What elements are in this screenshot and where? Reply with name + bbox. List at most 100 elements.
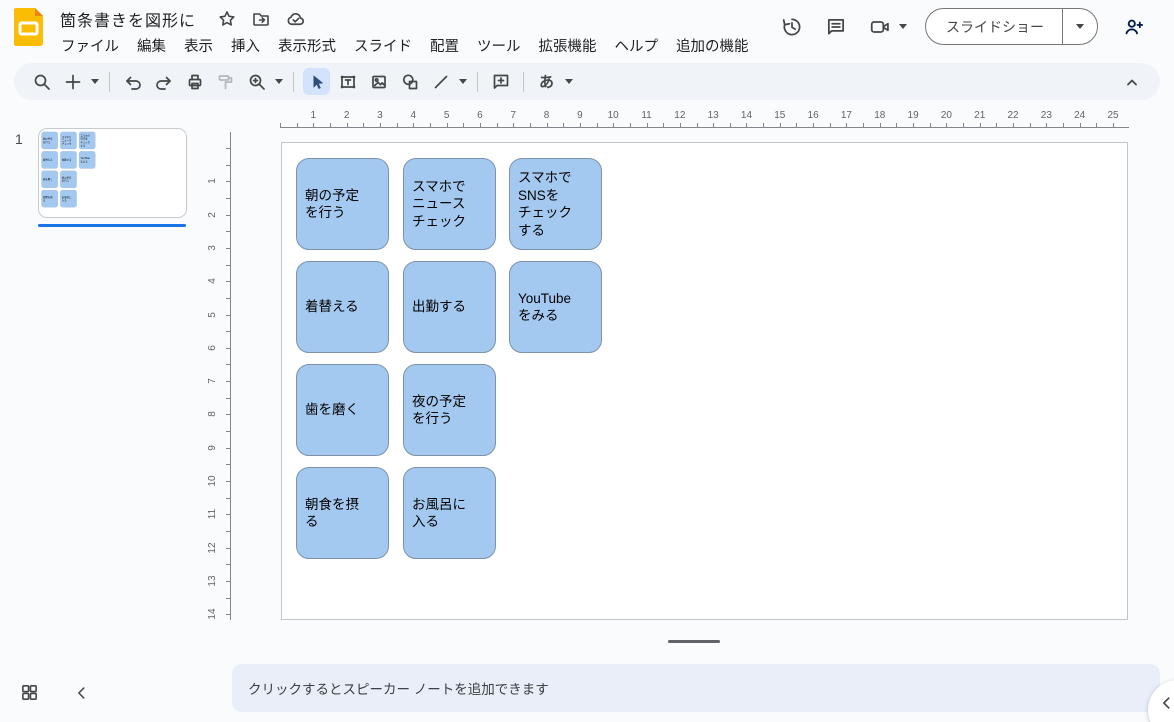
shape-box-5[interactable]: YouTube をみる: [509, 261, 602, 353]
video-call-caret-icon[interactable]: [899, 24, 907, 29]
ruler-tick: [763, 123, 765, 127]
version-history-icon[interactable]: [779, 14, 805, 40]
ruler-tick: [479, 123, 481, 127]
shape-box-7[interactable]: 夜の予定 を行う: [403, 364, 496, 456]
grid-view-icon[interactable]: [20, 683, 39, 707]
menu-item-10[interactable]: 追加の機能: [667, 33, 758, 58]
paint-format-icon[interactable]: [212, 68, 239, 95]
select-tool-icon[interactable]: [303, 68, 330, 95]
shape-box-0[interactable]: 朝の予定 を行う: [296, 158, 389, 250]
text-box-icon[interactable]: [334, 68, 361, 95]
shape-box-2[interactable]: スマホで SNSを チェック する: [509, 158, 602, 250]
ruler-number: 7: [510, 110, 517, 121]
ruler-tick: [296, 123, 298, 127]
menu-item-3[interactable]: 挿入: [222, 33, 269, 58]
slides-logo-fold: [35, 8, 43, 16]
ruler-number: 17: [840, 110, 852, 121]
menu-item-6[interactable]: 配置: [421, 33, 468, 58]
zoom-caret-icon[interactable]: [272, 68, 286, 95]
video-call-icon[interactable]: [867, 14, 893, 40]
slideshow-options-button[interactable]: [1062, 9, 1097, 44]
input-tools-caret-icon[interactable]: [562, 68, 576, 95]
ruler-number: 1: [207, 178, 218, 185]
new-slide-icon[interactable]: [59, 68, 86, 95]
menu-item-5[interactable]: スライド: [345, 33, 421, 58]
shape-box-4: 出勤する: [60, 151, 77, 169]
move-folder-icon[interactable]: [250, 8, 272, 30]
ruler-number: 11: [207, 509, 218, 520]
shape-box-1: スマホで ニュース チェック: [60, 131, 77, 150]
shape-box-3[interactable]: 着替える: [296, 261, 389, 353]
shape-box-6: 歯を磨く: [41, 170, 58, 188]
cloud-saved-icon[interactable]: [284, 8, 306, 30]
undo-icon[interactable]: [119, 68, 146, 95]
ruler-tick: [226, 580, 230, 582]
bottom-left-controls: [20, 683, 91, 707]
notes-resize-handle[interactable]: [668, 640, 720, 643]
menu-bar: ファイル 編集 表示 挿入 表示形式 スライド 配置 ツール 拡張機能 ヘルプ 追加の機能: [52, 33, 758, 58]
share-button[interactable]: [1116, 9, 1152, 45]
shape-box-6[interactable]: 歯を磨く: [296, 364, 389, 456]
ruler-tick: [226, 297, 230, 299]
insert-line-caret-icon[interactable]: [456, 68, 470, 95]
menu-item-2[interactable]: 表示: [175, 33, 222, 58]
app-logo[interactable]: [14, 8, 43, 46]
insert-image-icon[interactable]: [365, 68, 392, 95]
ruler-tick: [429, 123, 431, 127]
hide-menus-button[interactable]: [1122, 63, 1142, 100]
shape-box-8[interactable]: 朝食を摂 る: [296, 467, 389, 559]
ruler-number: 3: [207, 245, 218, 251]
menu-item-1[interactable]: 編集: [128, 33, 175, 58]
ruler-number: 14: [740, 110, 753, 121]
ruler-number: 18: [874, 110, 886, 121]
slide-number: 1: [15, 131, 23, 147]
menu-item-0[interactable]: ファイル: [52, 33, 128, 58]
ruler-tick: [226, 314, 230, 316]
horizontal-ruler: 1 2 3 4 5 6 7 8 9 10 11 12 13 14 15 16 17 18 19 20 21 22 23 24 2…: [280, 108, 1129, 128]
shape-box-4[interactable]: 出勤する: [403, 261, 496, 353]
ruler-number: 2: [343, 110, 350, 121]
ruler-tick: [363, 123, 365, 127]
slideshow-button[interactable]: スライドショー: [925, 8, 1098, 45]
ruler-number: 13: [707, 110, 719, 121]
comments-icon[interactable]: [823, 14, 849, 40]
menu-item-7[interactable]: ツール: [468, 33, 530, 58]
ruler-tick: [226, 447, 230, 449]
new-slide-caret-icon[interactable]: [88, 68, 102, 95]
search-menus-icon[interactable]: [28, 68, 55, 95]
shape-box-8: 朝食を摂 る: [41, 190, 58, 208]
shape-box-9[interactable]: お風呂に 入る: [403, 467, 496, 559]
ruler-tick: [1029, 123, 1031, 127]
ruler-tick: [313, 123, 315, 127]
slide-canvas[interactable]: 朝の予定 を行う スマホで ニュース チェック スマホで SNSを チェック する着…: [281, 142, 1128, 620]
toolbar: あ: [14, 63, 1160, 100]
print-icon[interactable]: [181, 68, 208, 95]
ruler-tick: [1063, 123, 1065, 127]
ruler-tick: [226, 497, 230, 499]
ruler-number: 22: [1007, 110, 1019, 121]
document-title[interactable]: 箇条書きを図形に: [60, 7, 196, 31]
menu-item-9[interactable]: ヘルプ: [606, 33, 668, 58]
input-tools-icon[interactable]: あ: [533, 68, 560, 95]
slide-thumbnail[interactable]: 朝の予定 を行う スマホで ニュース チェック スマホで SNSを チェック する着…: [38, 128, 187, 218]
ruler-tick: [280, 123, 281, 127]
menu-item-4[interactable]: 表示形式: [269, 33, 345, 58]
redo-icon[interactable]: [150, 68, 177, 95]
title-row: 箇条書きを図形に: [60, 7, 306, 31]
ruler-tick: [1096, 123, 1098, 127]
ruler-tick: [226, 231, 230, 233]
shape-box-1[interactable]: スマホで ニュース チェック: [403, 158, 496, 250]
add-comment-icon[interactable]: [487, 68, 514, 95]
menu-item-8[interactable]: 拡張機能: [530, 33, 606, 58]
speaker-notes-bar[interactable]: クリックするとスピーカー ノートを追加できます: [232, 664, 1160, 712]
zoom-icon[interactable]: [243, 68, 270, 95]
insert-shape-icon[interactable]: [396, 68, 423, 95]
ruler-number: 20: [940, 110, 952, 121]
star-icon[interactable]: [216, 8, 238, 30]
ruler-tick: [226, 414, 230, 416]
collapse-filmstrip-icon[interactable]: [73, 684, 91, 707]
insert-line-icon[interactable]: [427, 68, 454, 95]
ruler-number: 23: [1040, 110, 1052, 121]
meet-group: [867, 14, 907, 40]
slideshow-label[interactable]: スライドショー: [926, 9, 1062, 44]
